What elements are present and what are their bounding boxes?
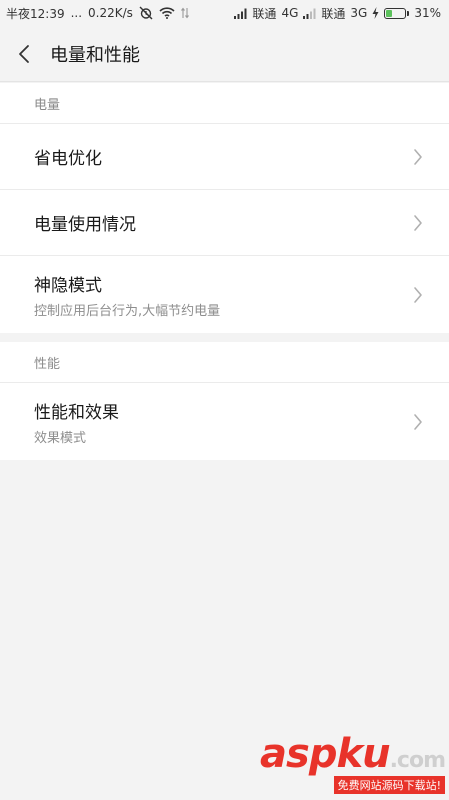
wifi-icon	[159, 7, 175, 19]
item-title: 神隐模式	[34, 275, 102, 296]
item-title: 省电优化	[34, 149, 102, 169]
chevron-right-icon	[413, 286, 423, 304]
section-battery: 电量 省电优化 电量使用情况 神隐模式 控制应用后台行为,大幅节约电量	[0, 83, 449, 333]
battery-fill	[386, 9, 392, 17]
row-text: 神隐模式 控制应用后台行为,大幅节约电量	[34, 271, 220, 319]
chevron-right-icon	[413, 214, 423, 232]
status-bar: 半夜12:39 ... 0.22K/s 联通 4G 联通 3G 31%	[0, 0, 449, 26]
battery-body	[384, 7, 407, 19]
battery-icon	[384, 7, 410, 19]
chevron-right-icon	[413, 148, 423, 166]
charging-icon	[372, 7, 379, 19]
settings-list: 电量 省电优化 电量使用情况 神隐模式 控制应用后台行为,大幅节约电量 性能 性…	[0, 83, 449, 460]
section-divider	[0, 333, 449, 342]
list-item-battery-usage[interactable]: 电量使用情况	[0, 189, 449, 255]
watermark-main: aspku	[260, 731, 391, 777]
page-title: 电量和性能	[50, 44, 140, 66]
network-type-2: 3G	[350, 6, 368, 20]
back-arrow-icon	[19, 44, 29, 63]
status-bar-left: 半夜12:39 ... 0.22K/s	[6, 5, 189, 22]
data-transfer-icon	[180, 7, 189, 19]
watermark: aspku.com 免费网站源码下载站!	[260, 731, 446, 794]
list-item-performance-effects[interactable]: 性能和效果 效果模式	[0, 382, 449, 460]
section-header-battery: 电量	[34, 97, 61, 113]
status-time: 半夜12:39	[6, 6, 65, 21]
watermark-sub: 免费网站源码下载站!	[333, 776, 445, 794]
title-bar: 电量和性能	[0, 26, 449, 82]
item-subtitle: 效果模式	[34, 430, 87, 446]
list-item-power-saving[interactable]: 省电优化	[0, 123, 449, 189]
signal-icon	[303, 8, 316, 19]
section-performance: 性能 性能和效果 效果模式	[0, 342, 449, 460]
status-bar-right: 联通 4G 联通 3G 31%	[234, 5, 441, 22]
battery-cap	[407, 10, 410, 16]
network-speed: 0.22K/s	[88, 6, 133, 20]
item-title: 电量使用情况	[34, 215, 136, 235]
row-text: 性能和效果 效果模式	[34, 398, 119, 446]
battery-percent: 31%	[414, 6, 441, 20]
back-button[interactable]	[0, 26, 48, 82]
watermark-logo: aspku.com	[260, 731, 446, 777]
item-subtitle: 控制应用后台行为,大幅节约电量	[34, 303, 221, 319]
chevron-right-icon	[413, 413, 423, 431]
network-type-1: 4G	[281, 6, 299, 20]
alarm-off-icon	[139, 6, 153, 20]
section-header-performance: 性能	[34, 356, 61, 372]
watermark-suffix: .com	[389, 748, 446, 773]
list-item-stealth-mode[interactable]: 神隐模式 控制应用后台行为,大幅节约电量	[0, 255, 449, 333]
carrier-1: 联通	[252, 6, 277, 21]
row-text: 电量使用情况	[34, 210, 136, 235]
row-text: 省电优化	[34, 144, 102, 169]
item-title: 性能和效果	[34, 402, 119, 423]
carrier-2: 联通	[321, 6, 346, 21]
signal-icon	[234, 8, 247, 19]
status-dots: ...	[70, 6, 83, 20]
